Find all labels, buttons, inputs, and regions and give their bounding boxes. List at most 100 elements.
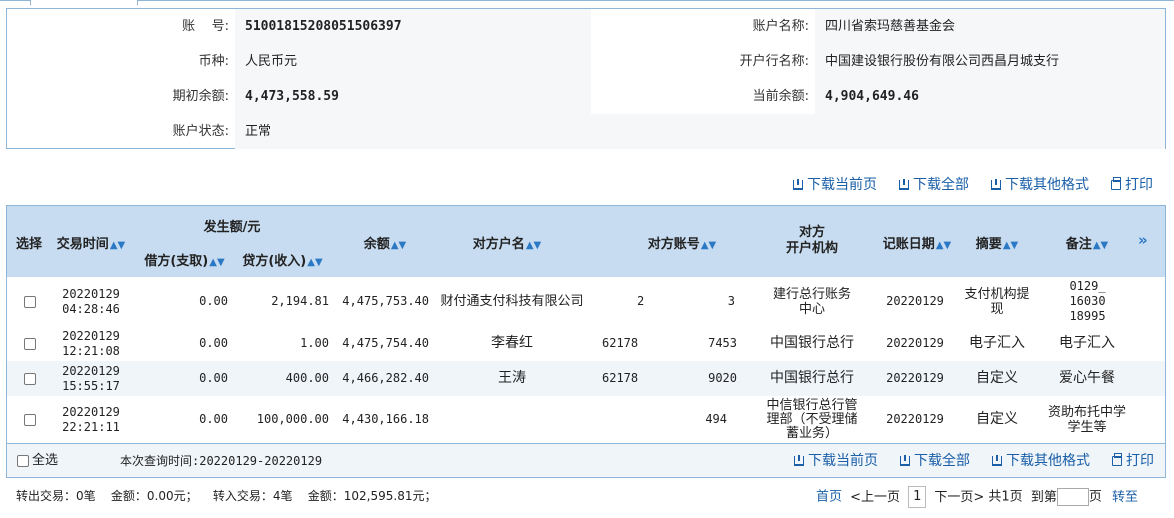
goto-label: 到第	[1030, 489, 1057, 505]
current-balance-label: 当前余额:	[752, 89, 809, 104]
row-credit: 2,194.81	[271, 294, 329, 308]
header-counterparty-bank: 对方 开户机构	[785, 225, 838, 256]
next-page-link[interactable]: 下一页>	[934, 490, 984, 505]
row-remark: 电子汇入	[1059, 335, 1115, 351]
row-checkbox[interactable]	[23, 413, 36, 426]
header-counterparty-name[interactable]: 对方户名▲▼	[447, 233, 567, 252]
top-toolbar: 下载当前页 下载全部 下载其他格式 打印	[0, 176, 1174, 194]
bank-label: 开户行名称:	[739, 54, 809, 69]
account-name-value: 四川省索玛慈善基金会	[815, 9, 1165, 44]
account-info-panel: 账 号: 51001815208051506397 账户名称: 四川省索玛慈善基…	[6, 8, 1166, 149]
row-counterparty-bank: 中信银行总行管理部（不受理储蓄业务）	[766, 397, 858, 441]
expand-columns-icon[interactable]: »	[1138, 231, 1148, 249]
table-row: 20220129 12:21:08 0.00 1.00 4,475,754.40 …	[7, 326, 1165, 361]
download-all-link[interactable]: 下载全部	[899, 176, 969, 194]
info-row-balance: 期初余额: 4,473,558.59 当前余额: 4,904,649.46	[7, 79, 1165, 114]
page-unit: 页	[1088, 489, 1102, 505]
print-link[interactable]: 打印	[1112, 452, 1154, 470]
download-icon	[899, 179, 909, 190]
row-balance: 4,466,282.40	[342, 371, 429, 385]
tab-strip	[0, 0, 1174, 5]
sort-icon: ▲▼	[109, 240, 126, 251]
table-row: 20220129 22:21:11 0.00 100,000.00 4,430,1…	[7, 396, 1165, 443]
header-credit[interactable]: 贷方(收入)▲▼	[235, 250, 330, 269]
header-time[interactable]: 交易时间▲▼	[51, 233, 131, 252]
row-counterparty-account: 62178 9020	[602, 371, 737, 385]
download-other-link[interactable]: 下载其他格式	[992, 452, 1090, 470]
row-counterparty-name: 财付通支付科技有限公司	[440, 294, 584, 309]
opening-balance-label: 期初余额:	[172, 89, 229, 104]
row-counterparty-account: 23	[637, 294, 735, 308]
current-page[interactable]: 1	[908, 486, 927, 508]
header-summary[interactable]: 摘要▲▼	[962, 233, 1032, 252]
table-row: 20220129 04:28:46 0.00 2,194.81 4,475,753…	[7, 277, 1165, 326]
pagination: 首页 <上一页 1 下一页> 共1页 到第 页 转至	[816, 486, 1138, 508]
download-icon	[794, 455, 804, 466]
download-icon	[793, 179, 803, 190]
total-pages: 共1页	[988, 489, 1023, 505]
row-counterparty-bank: 中国银行总行	[770, 370, 854, 386]
row-summary: 支付机构提现	[964, 286, 1030, 317]
header-post-date[interactable]: 记账日期▲▼	[877, 233, 957, 252]
row-debit: 0.00	[199, 371, 228, 385]
row-debit: 0.00	[199, 294, 228, 308]
account-no-label: 账 号:	[182, 19, 229, 34]
printer-icon	[1112, 453, 1122, 466]
sort-icon: ▲▼	[1092, 240, 1109, 251]
header-debit[interactable]: 借方(支取)▲▼	[137, 250, 232, 269]
bank-value: 中国建设银行股份有限公司西昌月城支行	[815, 44, 1165, 79]
sort-icon: ▲▼	[1002, 240, 1019, 251]
row-credit: 400.00	[285, 371, 329, 385]
row-debit: 0.00	[199, 336, 228, 350]
table-row: 20220129 15:55:17 0.00 400.00 4,466,282.4…	[7, 361, 1165, 396]
row-balance: 4,475,753.40	[342, 294, 429, 308]
header-select: 选择	[15, 237, 42, 252]
row-post-date: 20220129	[886, 336, 944, 350]
row-time: 20220129 22:21:11	[62, 404, 120, 434]
download-current-link[interactable]: 下载当前页	[793, 176, 877, 194]
row-checkbox[interactable]	[23, 372, 36, 385]
active-tab[interactable]	[30, 0, 138, 5]
prev-page-link[interactable]: <上一页	[850, 490, 900, 505]
info-row-account: 账 号: 51001815208051506397 账户名称: 四川省索玛慈善基…	[7, 9, 1165, 44]
status-label: 账户状态:	[172, 124, 229, 139]
sort-icon: ▲▼	[307, 257, 323, 268]
print-link[interactable]: 打印	[1111, 176, 1153, 194]
row-balance: 4,430,166.18	[342, 412, 429, 426]
header-amount-group: 发生额/元	[203, 220, 261, 235]
row-time: 20220129 12:21:08	[62, 328, 120, 358]
transaction-summary: 转出交易：0笔 金额：0.00元； 转入交易：4笔 金额：102,595.81元…	[16, 489, 437, 503]
row-debit: 0.00	[199, 412, 228, 426]
row-checkbox[interactable]	[23, 295, 36, 308]
download-current-link[interactable]: 下载当前页	[794, 452, 878, 470]
page-number-input[interactable]	[1056, 488, 1089, 506]
row-counterparty-account: 62178 7453	[602, 336, 737, 350]
row-time: 20220129 04:28:46	[62, 286, 120, 316]
summary-bar: 转出交易：0笔 金额：0.00元； 转入交易：4笔 金额：102,595.81元…	[6, 478, 1166, 514]
row-summary: 电子汇入	[969, 335, 1025, 351]
bottom-toolbar: 下载当前页 下载全部 下载其他格式 打印	[1, 452, 1161, 470]
row-remark: 资助布托中学学生等	[1047, 404, 1126, 435]
sort-icon: ▲▼	[209, 257, 225, 268]
row-credit: 1.00	[300, 336, 329, 350]
header-remark[interactable]: 备注▲▼	[1052, 233, 1122, 252]
download-icon	[991, 179, 1001, 190]
row-remark: 爱心午餐	[1059, 370, 1115, 386]
download-icon	[992, 455, 1002, 466]
download-all-link[interactable]: 下载全部	[900, 452, 970, 470]
row-counterparty-bank: 中国银行总行	[770, 335, 854, 351]
currency-label: 币种:	[198, 54, 229, 69]
status-value: 正常	[235, 114, 1165, 149]
first-page-link[interactable]: 首页	[816, 490, 842, 505]
row-balance: 4,475,754.40	[342, 336, 429, 350]
download-other-link[interactable]: 下载其他格式	[991, 176, 1089, 194]
row-summary: 自定义	[976, 370, 1018, 386]
row-counterparty-account: 494	[705, 412, 727, 426]
row-checkbox[interactable]	[23, 337, 36, 350]
jump-button[interactable]: 转至	[1112, 490, 1138, 505]
sort-icon: ▲▼	[390, 240, 407, 251]
header-counterparty-account[interactable]: 对方账号▲▼	[622, 233, 742, 252]
row-time: 20220129 15:55:17	[62, 363, 120, 393]
header-balance[interactable]: 余额▲▼	[345, 233, 425, 252]
currency-value: 人民币元	[235, 44, 591, 79]
